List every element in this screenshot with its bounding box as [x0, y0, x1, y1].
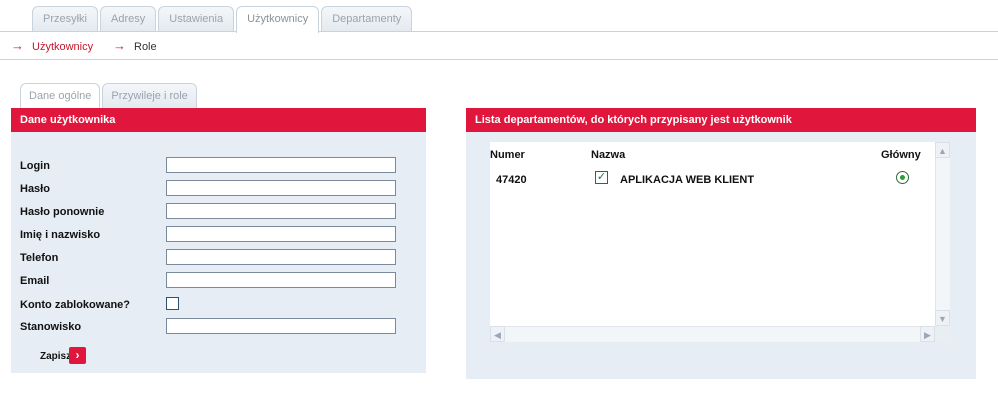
- password-repeat-input[interactable]: [166, 203, 396, 219]
- main-tabs: Przesyłki Adresy Ustawienia Użytkownicy …: [32, 6, 414, 33]
- breadcrumb-link-role[interactable]: Role: [134, 41, 157, 53]
- scroll-up-button[interactable]: ▲: [935, 142, 950, 158]
- account-locked-row: Konto zablokowane?: [20, 296, 420, 314]
- password-label: Hasło: [20, 183, 50, 195]
- departments-panel-title: Lista departamentów, do których przypisa…: [466, 108, 976, 132]
- account-locked-checkbox[interactable]: [166, 297, 179, 310]
- tab-departamenty[interactable]: Departamenty: [321, 6, 413, 32]
- tab-dane-ogolne[interactable]: Dane ogólne: [20, 83, 101, 109]
- breadcrumb-item-uzytkownicy[interactable]: → Użytkownicy: [11, 32, 93, 61]
- email-input[interactable]: [166, 272, 396, 288]
- user-data-panel-title: Dane użytkownika: [11, 108, 426, 132]
- check-icon: ✓: [596, 171, 607, 183]
- tab-przywileje-i-role[interactable]: Przywileje i role: [102, 83, 197, 109]
- primary-radio[interactable]: [896, 171, 909, 184]
- save-label[interactable]: Zapisz: [40, 351, 71, 362]
- full-name-row: Imię i nazwisko: [20, 226, 420, 244]
- scroll-down-button[interactable]: ▼: [935, 310, 950, 326]
- position-row: Stanowisko: [20, 318, 420, 336]
- phone-row: Telefon: [20, 249, 420, 267]
- account-locked-label: Konto zablokowane?: [20, 299, 130, 311]
- login-row: Login: [20, 157, 420, 175]
- arrow-right-icon: →: [11, 38, 24, 53]
- chevron-up-icon: ▲: [938, 146, 947, 156]
- column-header-number: Numer: [490, 149, 525, 161]
- user-subtabs: Dane ogólne Przywileje i role: [20, 83, 199, 109]
- breadcrumb-link-uzytkownicy[interactable]: Użytkownicy: [32, 41, 93, 53]
- departments-panel: Lista departamentów, do których przypisa…: [466, 108, 976, 379]
- chevron-down-icon: ▼: [938, 314, 947, 324]
- tab-przesylki[interactable]: Przesyłki: [32, 6, 99, 32]
- email-label: Email: [20, 275, 50, 287]
- arrow-right-icon: →: [113, 38, 126, 53]
- full-name-input[interactable]: [166, 226, 396, 242]
- breadcrumb: → Użytkownicy → Role: [0, 31, 998, 60]
- departments-list: [490, 142, 950, 342]
- phone-label: Telefon: [20, 252, 59, 264]
- login-input[interactable]: [166, 157, 396, 173]
- tab-uzytkownicy[interactable]: Użytkownicy: [236, 6, 320, 33]
- email-row: Email: [20, 272, 420, 290]
- department-name: APLIKACJA WEB KLIENT: [620, 174, 755, 186]
- login-label: Login: [20, 160, 50, 172]
- horizontal-scrollbar[interactable]: ◀ ▶: [490, 326, 935, 342]
- column-header-name: Nazwa: [591, 149, 626, 161]
- tab-ustawienia[interactable]: Ustawienia: [158, 6, 235, 32]
- user-data-panel: Dane użytkownika Login Hasło Hasło ponow…: [11, 108, 426, 373]
- scroll-left-button[interactable]: ◀: [490, 326, 505, 342]
- chevron-right-icon: ▶: [924, 330, 931, 340]
- password-input[interactable]: [166, 180, 396, 196]
- scroll-right-button[interactable]: ▶: [920, 326, 935, 342]
- full-name-label: Imię i nazwisko: [20, 229, 101, 241]
- position-label: Stanowisko: [20, 321, 82, 333]
- position-input[interactable]: [166, 318, 396, 334]
- password-repeat-row: Hasło ponownie: [20, 203, 420, 221]
- scroll-corner: [935, 326, 950, 342]
- department-number: 47420: [496, 174, 527, 186]
- tab-adresy[interactable]: Adresy: [100, 6, 157, 32]
- password-repeat-label: Hasło ponownie: [20, 206, 105, 218]
- save-button[interactable]: ›: [69, 347, 86, 364]
- vertical-scrollbar[interactable]: ▲ ▼: [935, 142, 950, 326]
- chevron-right-icon: ›: [75, 348, 80, 362]
- department-checkbox[interactable]: ✓: [595, 171, 608, 184]
- column-header-primary: Główny: [881, 149, 921, 161]
- password-row: Hasło: [20, 180, 420, 198]
- breadcrumb-item-role[interactable]: → Role: [113, 32, 157, 61]
- chevron-left-icon: ◀: [494, 330, 501, 340]
- phone-input[interactable]: [166, 249, 396, 265]
